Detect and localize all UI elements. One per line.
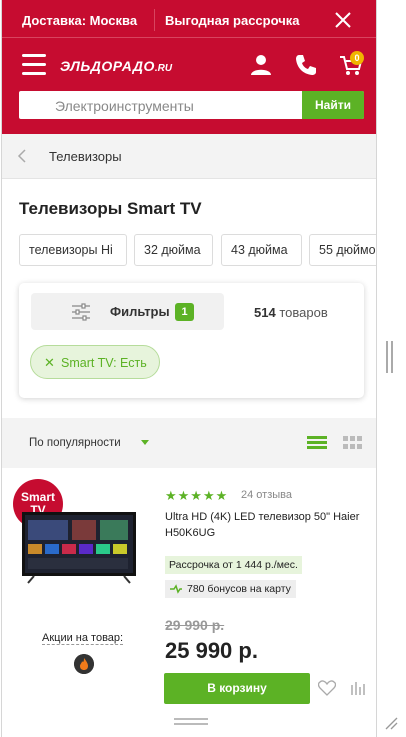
reviews-link[interactable]: 24 отзыва <box>241 489 292 501</box>
heart-icon[interactable] <box>318 680 336 696</box>
product-image[interactable] <box>20 510 138 584</box>
delivery-link[interactable]: Доставка: Москва <box>22 13 137 28</box>
logo[interactable]: ЭЛЬДОРАДО.RU <box>60 58 172 74</box>
grid-view-icon[interactable] <box>343 436 363 450</box>
promo-label[interactable]: Акции на товар: <box>42 632 124 645</box>
filter-panel: Фильтры 1 514 товаров ✕ Smart TV: Есть <box>19 283 364 398</box>
bonus-label: 780 бонусов на карту <box>187 583 291 595</box>
sort-bar: По популярности <box>2 418 376 468</box>
breadcrumb-link[interactable]: Телевизоры <box>49 149 122 164</box>
goods-count: 514 товаров <box>254 305 328 320</box>
product-name[interactable]: Ultra HD (4K) LED телевизор 50" Haier H5… <box>165 509 365 541</box>
caret-down-icon[interactable] <box>141 440 149 445</box>
list-view-icon[interactable] <box>307 436 327 450</box>
chip-filter[interactable]: 43 дюйма <box>221 234 302 266</box>
price: 25 990 р. <box>165 638 258 663</box>
divider <box>154 9 155 31</box>
search-field[interactable]: Электроинструменты Найти <box>19 91 364 119</box>
filters-label: Фильтры <box>110 304 170 319</box>
installment-link[interactable]: Выгодная рассрочка <box>165 13 300 28</box>
chevron-left-icon[interactable] <box>16 148 28 164</box>
phone-icon[interactable] <box>293 52 319 78</box>
chip-filter[interactable]: 32 дюйма <box>134 234 213 266</box>
chip-filter[interactable]: 55 дюймо <box>309 234 376 266</box>
old-price: 29 990 р. <box>165 617 225 633</box>
cart-count-badge: 0 <box>350 51 364 65</box>
bonus-arrow-icon <box>170 584 182 594</box>
menu-icon[interactable] <box>22 54 46 76</box>
search-button[interactable]: Найти <box>302 91 364 119</box>
search-input[interactable]: Электроинструменты <box>55 98 194 114</box>
top-bar: Доставка: Москва Выгодная рассрочка <box>2 0 376 38</box>
installment-badge[interactable]: Рассрочка от 1 444 р./мес. <box>165 556 302 574</box>
page-title: Телевизоры Smart TV <box>19 199 202 218</box>
resize-handle[interactable] <box>174 718 208 726</box>
breadcrumb: Телевизоры <box>2 134 376 179</box>
compare-icon[interactable] <box>350 681 366 696</box>
resize-grip-icon[interactable] <box>384 716 398 730</box>
filters-count-badge: 1 <box>175 303 194 321</box>
add-to-cart-button[interactable]: В корзину <box>164 673 310 704</box>
mobile-page: Доставка: Москва Выгодная рассрочка ЭЛЬД… <box>1 0 377 737</box>
quick-filter-chips: телевизоры Hi 32 дюйма 43 дюйма 55 дюймо <box>19 234 376 266</box>
user-icon[interactable] <box>248 52 274 78</box>
fire-icon[interactable] <box>74 654 94 674</box>
panel-drag-handle[interactable] <box>386 341 394 373</box>
bonus-badge: 780 бонусов на карту <box>165 580 296 598</box>
chip-filter[interactable]: телевизоры Hi <box>19 234 127 266</box>
remove-icon[interactable]: ✕ <box>44 355 55 371</box>
close-icon[interactable] <box>332 9 354 31</box>
rating-stars: ★★★★★ <box>165 488 229 503</box>
active-filter-tag[interactable]: ✕ Smart TV: Есть <box>30 345 160 379</box>
sort-select[interactable]: По популярности <box>29 437 121 449</box>
sliders-icon <box>72 303 90 321</box>
filters-button[interactable]: Фильтры 1 <box>31 293 224 330</box>
active-filter-label: Smart TV: Есть <box>61 356 147 370</box>
header: ЭЛЬДОРАДО.RU 0 Электроинструменты Найти <box>2 38 376 134</box>
